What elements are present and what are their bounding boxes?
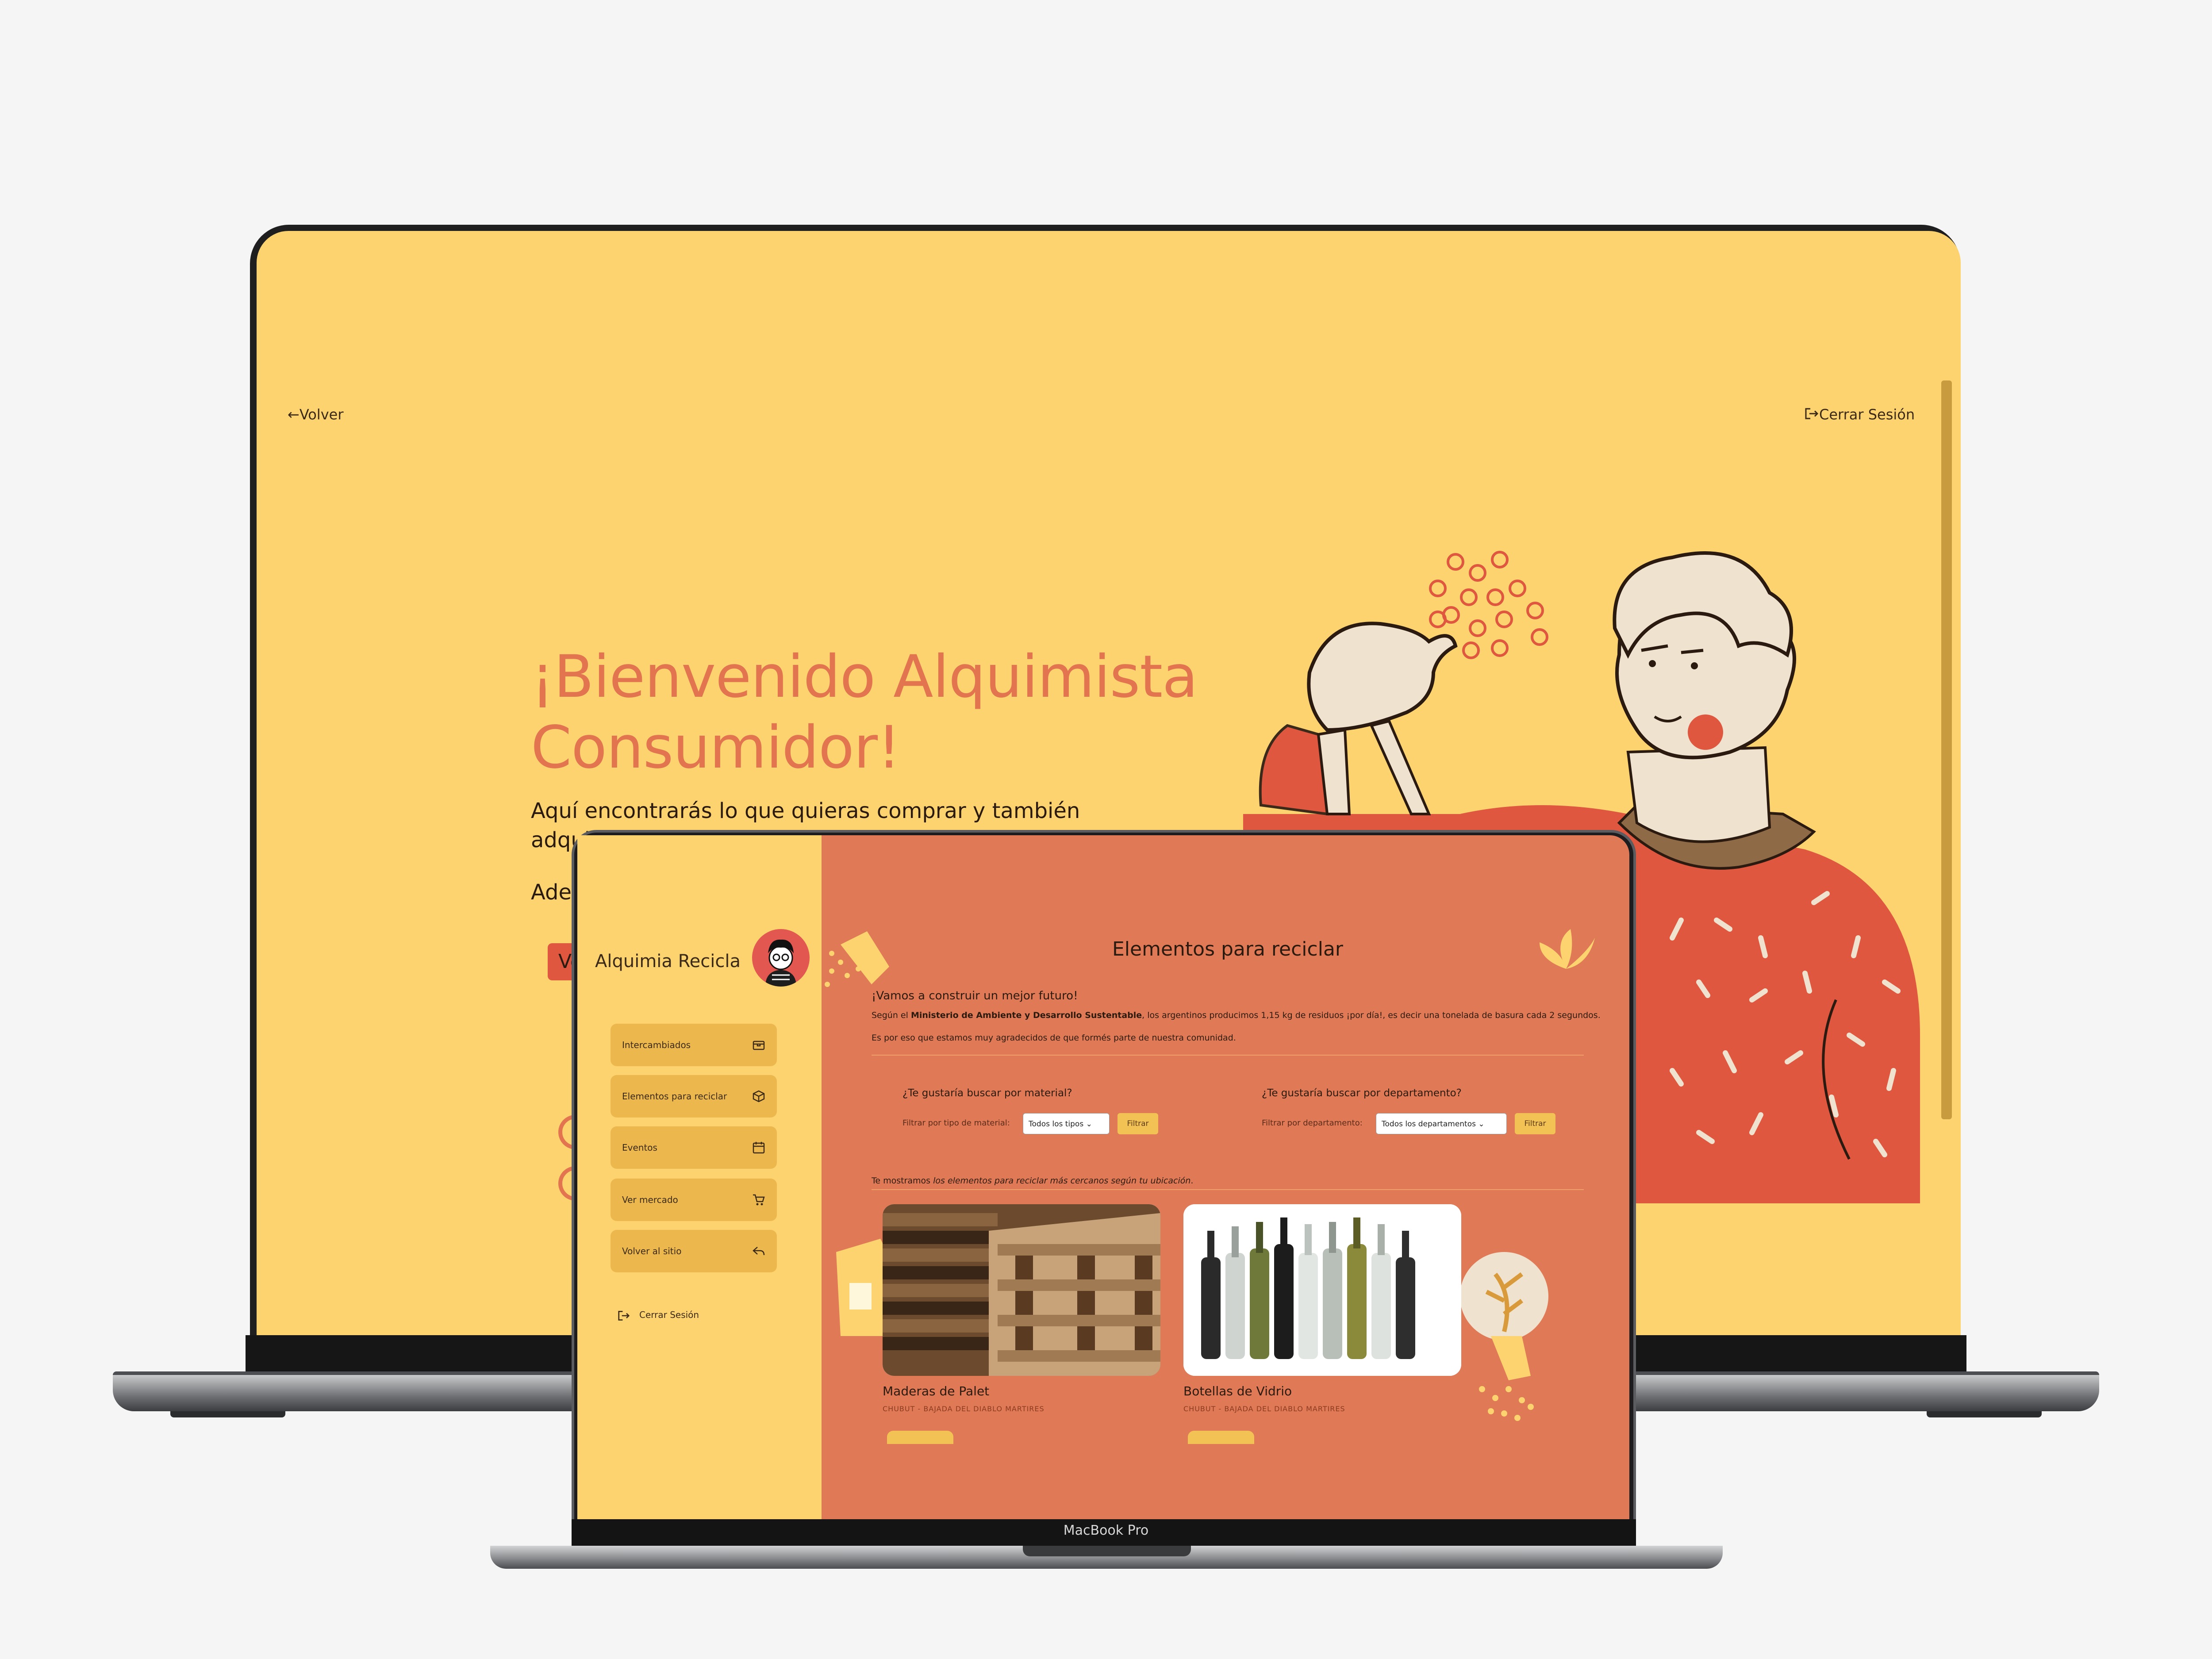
reply-icon — [753, 1247, 765, 1256]
sidebar-item-label: Elementos para reciclar — [622, 1091, 727, 1102]
filter-material-label: Filtrar por tipo de material: — [902, 1118, 1010, 1128]
card-image-bottles[interactable] — [1183, 1204, 1461, 1376]
sidebar-item-eventos[interactable]: Eventos — [611, 1126, 777, 1169]
back-laptop-foot — [170, 1411, 285, 1417]
back-link[interactable]: ←Volver — [288, 406, 343, 423]
avatar[interactable] — [752, 929, 810, 987]
decor-bulb — [1460, 1252, 1548, 1421]
brand-title: Alquimia Recicla — [595, 951, 741, 972]
device-label: MacBook Pro — [1063, 1523, 1149, 1538]
card-image-pallets[interactable] — [883, 1204, 1160, 1376]
sidebar-item-label: Eventos — [622, 1142, 657, 1153]
hero-text-line1: Aquí encontrarás lo que quieras comprar … — [531, 799, 1080, 823]
sidebar-item-label: Ver mercado — [622, 1194, 678, 1205]
divider — [872, 1055, 1584, 1056]
package-icon — [753, 1041, 765, 1050]
divider — [872, 1189, 1584, 1190]
card-location: CHUBUT - BAJADA DEL DIABLO MARTIRES — [1183, 1405, 1345, 1413]
intro-paragraph: Según el Ministerio de Ambiente y Desarr… — [872, 1010, 1601, 1020]
filter-department-label: Filtrar por departamento: — [1262, 1118, 1363, 1128]
box-icon — [753, 1090, 765, 1102]
page-title: Elementos para reciclar — [1112, 938, 1343, 960]
back-scrollbar[interactable] — [1941, 380, 1952, 1119]
logout-icon — [1804, 407, 1819, 424]
decor-flower — [1540, 929, 1595, 969]
filter-department-button[interactable]: Filtrar — [1515, 1113, 1555, 1134]
card-location: CHUBUT - BAJADA DEL DIABLO MARTIRES — [883, 1405, 1045, 1413]
intro-heading: ¡Vamos a construir un mejor futuro! — [872, 989, 1078, 1002]
logout-link[interactable]: Cerrar Sesión — [1804, 406, 1915, 424]
sidebar-item-mercado[interactable]: Ver mercado — [611, 1179, 777, 1221]
decor-bottle-sprinkle — [825, 931, 889, 987]
decor-jar — [836, 1239, 887, 1336]
card-title: Botellas de Vidrio — [1183, 1384, 1292, 1398]
sidebar-item-label: Volver al sitio — [622, 1246, 682, 1256]
sidebar-item-intercambiados[interactable]: Intercambiados — [611, 1024, 777, 1066]
front-laptop-notch — [1023, 1546, 1191, 1556]
hero-title: ¡Bienvenido Alquimista Consumidor! — [531, 643, 1198, 782]
filter-material-button[interactable]: Filtrar — [1118, 1113, 1158, 1134]
intro-thanks: Es por eso que estamos muy agradecidos d… — [872, 1033, 1236, 1043]
calendar-icon — [753, 1142, 765, 1154]
card-button[interactable] — [887, 1431, 953, 1444]
sidebar-item-elementos[interactable]: Elementos para reciclar — [611, 1075, 777, 1118]
back-laptop-foot — [1927, 1411, 2042, 1417]
logout-icon — [618, 1310, 630, 1321]
filter-department-question: ¿Te gustaría buscar por departamento? — [1262, 1087, 1462, 1099]
filter-material-question: ¿Te gustaría buscar por material? — [902, 1087, 1072, 1099]
card-title: Maderas de Palet — [883, 1384, 990, 1398]
arrow-left-icon: ← — [288, 406, 300, 423]
material-select[interactable]: Todos los tipos ⌄ — [1023, 1113, 1110, 1134]
sidebar-logout[interactable]: Cerrar Sesión — [617, 1310, 699, 1321]
card-button[interactable] — [1188, 1431, 1254, 1444]
results-caption: Te mostramos los elementos para reciclar… — [872, 1176, 1194, 1186]
cart-icon — [753, 1194, 765, 1206]
sidebar-item-label: Intercambiados — [622, 1040, 691, 1050]
chevron-down-icon: ⌄ — [1086, 1120, 1092, 1129]
sidebar-item-volver[interactable]: Volver al sitio — [611, 1230, 777, 1272]
chevron-down-icon: ⌄ — [1478, 1120, 1485, 1129]
department-select[interactable]: Todos los departamentos ⌄ — [1376, 1113, 1507, 1134]
